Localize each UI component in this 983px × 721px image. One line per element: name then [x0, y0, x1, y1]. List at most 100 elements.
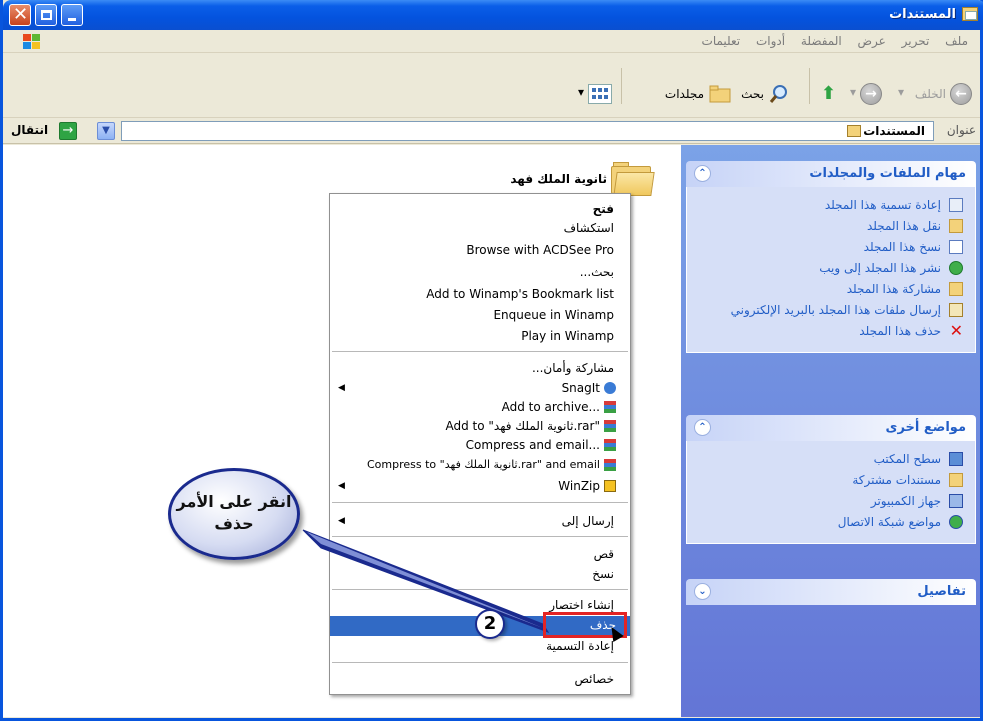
menu-separator: [332, 536, 628, 537]
forward-arrow-icon[interactable]: →: [860, 83, 882, 105]
menu-bar: ملف تحرير عرض المفضلة أدوات تعليمات: [3, 30, 980, 53]
menu-item-properties[interactable]: خصائص: [332, 670, 622, 690]
views-dropdown-icon[interactable]: ▾: [578, 85, 584, 107]
details-title: تفاصيل: [917, 584, 966, 599]
back-arrow-icon[interactable]: ←: [950, 83, 972, 105]
expand-chevron-icon[interactable]: ⌄: [694, 583, 711, 600]
task-copy-folder[interactable]: نسخ هذا المجلد: [695, 237, 965, 258]
place-desktop[interactable]: سطح المكتب: [695, 449, 965, 470]
menu-item-snagit[interactable]: SnagIt ◀: [332, 379, 622, 399]
snagit-icon: [604, 382, 616, 394]
other-places-header[interactable]: مواضع أخرى ⌃: [686, 415, 976, 441]
other-places-panel: مواضع أخرى ⌃ سطح المكتب مستندات مشتركة ج…: [686, 415, 976, 544]
task-share-folder[interactable]: مشاركة هذا المجلد: [695, 279, 965, 300]
folders-label[interactable]: مجلدات: [665, 87, 704, 109]
views-icon[interactable]: [588, 84, 612, 104]
menu-help[interactable]: تعليمات: [696, 30, 747, 52]
details-header[interactable]: تفاصيل ⌄: [686, 579, 976, 605]
minimize-button[interactable]: [61, 4, 83, 26]
maximize-button[interactable]: [35, 4, 57, 26]
step-number-badge: 2: [475, 609, 505, 639]
close-button[interactable]: ✕: [9, 4, 31, 26]
toolbar-separator: [809, 68, 810, 104]
task-publish-web[interactable]: نشر هذا المجلد إلى ويب: [695, 258, 965, 279]
up-folder-icon[interactable]: ⬆: [814, 83, 836, 105]
menu-item-sharing[interactable]: مشاركة وأمان...: [332, 359, 622, 379]
search-icon[interactable]: [768, 83, 790, 105]
go-arrow-icon[interactable]: →: [59, 122, 77, 140]
task-pane: مهام الملفات والمجلدات ⌃ إعادة تسمية هذا…: [681, 145, 980, 717]
title-bar[interactable]: المستندات ✕: [3, 0, 983, 30]
menu-item-label: Add to "ثانوية الملك فهد.rar": [445, 419, 600, 433]
minimize-icon: [68, 18, 76, 21]
task-move-folder[interactable]: نقل هذا المجلد: [695, 216, 965, 237]
menu-view[interactable]: عرض: [852, 30, 892, 52]
folder-name[interactable]: ثانوية الملك فهد: [503, 172, 607, 186]
forward-dropdown-icon[interactable]: ▾: [850, 85, 856, 107]
task-label: إرسال ملفات هذا المجلد بالبريد الإلكترون…: [730, 303, 941, 317]
menu-item-winamp-play[interactable]: Play in Winamp: [332, 327, 622, 347]
menu-item-winamp-enqueue[interactable]: Enqueue in Winamp: [332, 306, 622, 326]
collapse-chevron-icon[interactable]: ⌃: [694, 165, 711, 182]
shared-folder-icon: [949, 473, 963, 487]
menu-item-add-archive[interactable]: Add to archive...: [332, 398, 622, 418]
submenu-arrow-icon: ◀: [338, 383, 345, 393]
place-my-computer[interactable]: جهاز الكمبيوتر: [695, 491, 965, 512]
menu-separator: [332, 662, 628, 663]
menu-item-compress-rar-email[interactable]: Compress to "ثانوية الملك فهد.rar" and e…: [332, 456, 622, 476]
menu-edit[interactable]: تحرير: [896, 30, 936, 52]
desktop-icon: [949, 452, 963, 466]
other-places-title: مواضع أخرى: [885, 420, 966, 435]
address-dropdown-icon[interactable]: ▼: [97, 122, 115, 140]
folders-icon[interactable]: [708, 84, 732, 104]
collapse-chevron-icon[interactable]: ⌃: [694, 419, 711, 436]
menu-favorites[interactable]: المفضلة: [795, 30, 848, 52]
task-label: نقل هذا المجلد: [866, 219, 941, 233]
move-icon: [949, 219, 963, 233]
back-dropdown-icon[interactable]: ▾: [898, 85, 904, 107]
menu-item-add-rar[interactable]: Add to "ثانوية الملك فهد.rar": [332, 417, 622, 437]
search-label[interactable]: بحث: [741, 87, 764, 109]
folder-icon: [847, 125, 861, 137]
go-button[interactable]: انتقال: [11, 123, 48, 137]
instruction-callout: انقر على الأمر حذف: [168, 468, 300, 560]
menu-item-search[interactable]: بحث...: [332, 263, 622, 283]
toolbar: ← الخلف ▾ → ▾ ⬆ بحث مجلدات ▾: [3, 54, 980, 118]
menu-item-acdsee[interactable]: Browse with ACDSee Pro: [332, 241, 622, 261]
other-places-body: سطح المكتب مستندات مشتركة جهاز الكمبيوتر…: [686, 441, 976, 544]
menu-item-open[interactable]: فتح: [332, 200, 622, 220]
menu-item-winamp-bookmark[interactable]: Add to Winamp's Bookmark list: [332, 285, 622, 305]
address-input[interactable]: المستندات: [121, 121, 934, 141]
file-tasks-header[interactable]: مهام الملفات والمجلدات ⌃: [686, 161, 976, 187]
close-icon: ✕: [13, 4, 29, 25]
menu-item-winzip[interactable]: WinZip ◀: [332, 477, 622, 497]
menu-file[interactable]: ملف: [939, 30, 974, 52]
place-network[interactable]: مواضع شبكة الاتصال: [695, 512, 965, 533]
task-rename-folder[interactable]: إعادة تسمية هذا المجلد: [695, 195, 965, 216]
back-label[interactable]: الخلف: [915, 87, 946, 109]
share-icon: [949, 282, 963, 296]
windows-logo-icon: [23, 34, 43, 50]
menu-item-compress-email[interactable]: Compress and email...: [332, 436, 622, 456]
winrar-icon: [604, 459, 616, 471]
winrar-icon: [604, 401, 616, 413]
menu-item-label: Add to archive...: [501, 400, 600, 414]
submenu-arrow-icon: ◀: [338, 516, 345, 526]
menu-item-copy[interactable]: نسخ: [332, 565, 622, 585]
menu-separator: [332, 589, 628, 590]
address-label: عنوان: [946, 123, 976, 137]
menu-item-explore[interactable]: استكشاف: [332, 219, 622, 239]
menu-item-label: Compress and email...: [465, 438, 600, 452]
folder-icon[interactable]: [611, 162, 655, 196]
menu-item-rename[interactable]: إعادة التسمية: [332, 637, 622, 657]
place-shared-documents[interactable]: مستندات مشتركة: [695, 470, 965, 491]
menu-item-send-to[interactable]: إرسال إلى ◀: [332, 512, 622, 532]
callout-text: انقر على الأمر حذف: [176, 492, 292, 533]
task-email-files[interactable]: إرسال ملفات هذا المجلد بالبريد الإلكترون…: [695, 300, 965, 321]
maximize-icon: [41, 10, 52, 20]
details-panel: تفاصيل ⌄: [686, 579, 976, 605]
menu-tools[interactable]: أدوات: [750, 30, 791, 52]
menu-item-cut[interactable]: قص: [332, 545, 622, 565]
task-delete-folder[interactable]: ✕ حذف هذا المجلد: [695, 321, 965, 342]
computer-icon: [949, 494, 963, 508]
